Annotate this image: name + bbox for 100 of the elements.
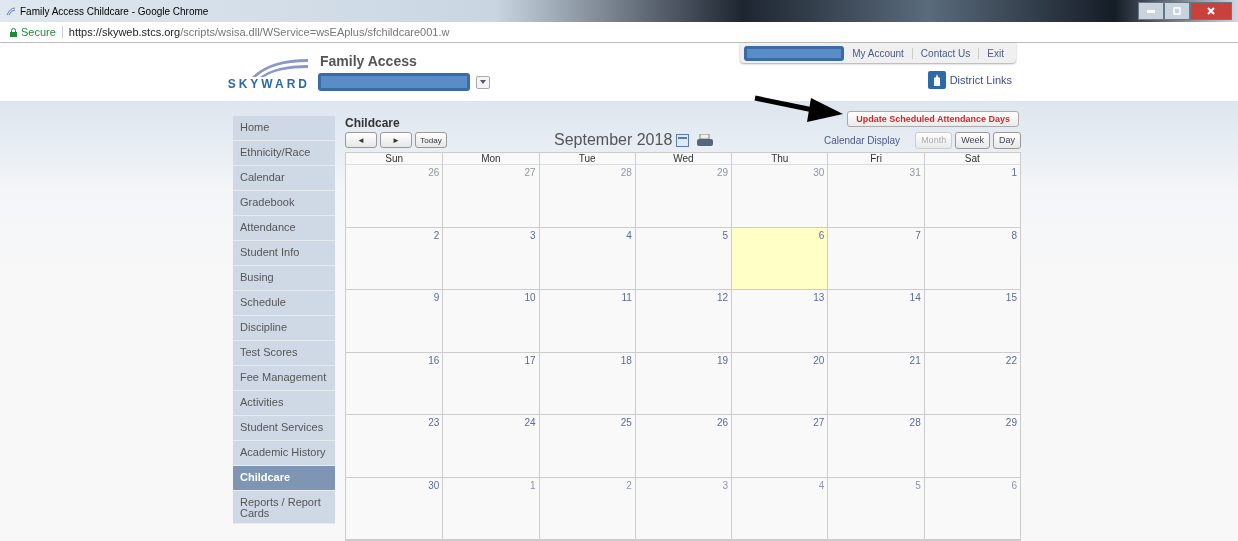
day-cell[interactable]: 2 — [538, 477, 635, 540]
day-cell[interactable]: 6 — [923, 477, 1020, 540]
sidebar-item[interactable]: Fee Management — [233, 366, 335, 391]
day-number: 1 — [530, 479, 536, 491]
view-button[interactable]: Day — [993, 131, 1021, 149]
day-number: 2 — [433, 229, 440, 241]
day-cell[interactable]: 23 — [346, 415, 443, 478]
day-number: 28 — [909, 417, 921, 428]
day-cell[interactable]: 3 — [442, 227, 539, 290]
minimize-button[interactable] — [1138, 2, 1164, 20]
day-number: 3 — [722, 479, 729, 491]
day-cell[interactable]: 6 — [731, 227, 828, 290]
day-cell[interactable]: 14 — [827, 290, 924, 353]
day-cell[interactable]: 11 — [538, 290, 635, 353]
day-number: 18 — [620, 354, 632, 366]
day-cell[interactable]: 30 — [346, 477, 443, 540]
sidebar-item[interactable]: Test Scores — [233, 341, 335, 366]
day-number: 1 — [1011, 167, 1017, 178]
sidebar-item[interactable]: Reports / Report Cards — [233, 491, 335, 524]
day-cell[interactable]: 24 — [442, 415, 539, 478]
day-number: 14 — [909, 292, 921, 303]
day-cell[interactable]: 25 — [538, 415, 635, 478]
day-cell[interactable]: 21 — [827, 352, 924, 415]
day-number: 28 — [620, 167, 632, 178]
day-cell[interactable]: 26 — [346, 165, 443, 228]
day-number: 15 — [1005, 292, 1017, 303]
top-nav-link[interactable]: My Account — [844, 47, 912, 59]
day-number: 29 — [1005, 417, 1017, 428]
day-cell[interactable]: 5 — [827, 477, 924, 540]
day-cell[interactable]: 2 — [346, 227, 443, 290]
next-button[interactable]: ► — [380, 132, 412, 148]
maximize-button[interactable] — [1164, 2, 1190, 20]
day-number: 9 — [433, 292, 440, 303]
day-cell[interactable]: 31 — [827, 165, 924, 228]
day-cell[interactable]: 13 — [731, 290, 828, 353]
weekday-header: Mon — [442, 153, 539, 165]
day-cell[interactable]: 28 — [538, 165, 635, 228]
day-cell[interactable]: 9 — [346, 290, 443, 353]
day-number: 16 — [428, 354, 440, 366]
day-cell[interactable]: 27 — [442, 165, 539, 228]
day-number: 11 — [621, 292, 632, 303]
day-cell[interactable]: 1 — [923, 165, 1020, 228]
previous-button[interactable]: ◄ — [345, 132, 377, 148]
day-cell[interactable]: 4 — [538, 227, 635, 290]
day-number: 26 — [717, 417, 729, 428]
sidebar-item[interactable]: Gradebook — [233, 191, 335, 216]
close-button[interactable] — [1190, 2, 1232, 20]
sidebar-item[interactable]: Attendance — [233, 216, 335, 241]
day-number: 10 — [524, 292, 536, 303]
day-cell[interactable]: 3 — [634, 477, 732, 540]
secure-indicator[interactable]: Secure — [10, 26, 63, 38]
user-name-bar[interactable] — [744, 45, 845, 61]
sidebar-item[interactable]: Academic History — [233, 441, 335, 466]
day-cell[interactable]: 15 — [923, 290, 1020, 353]
sidebar-item[interactable]: Student Services — [233, 416, 335, 441]
view-button[interactable]: Week — [955, 131, 990, 149]
day-cell[interactable]: 22 — [923, 352, 1020, 415]
sidebar-item[interactable]: Calendar — [233, 166, 335, 191]
day-cell[interactable]: 18 — [538, 352, 635, 415]
day-cell[interactable]: 19 — [634, 352, 732, 415]
building-icon — [927, 71, 946, 89]
day-cell[interactable]: 1 — [442, 477, 539, 540]
day-cell[interactable]: 10 — [442, 290, 539, 353]
calendar-picker-icon[interactable] — [676, 133, 690, 147]
day-cell[interactable]: 29 — [923, 415, 1020, 478]
sidebar-item[interactable]: Discipline — [233, 316, 335, 341]
day-cell[interactable]: 8 — [923, 227, 1020, 290]
app-icon — [6, 6, 16, 16]
day-number: 4 — [626, 229, 632, 241]
day-cell[interactable]: 17 — [442, 352, 539, 415]
day-cell[interactable]: 29 — [634, 165, 732, 228]
maximize-icon — [1173, 7, 1181, 15]
sidebar-item[interactable]: Schedule — [233, 291, 335, 316]
sidebar-item[interactable]: Busing — [233, 266, 335, 291]
day-cell[interactable]: 28 — [827, 415, 924, 478]
day-number: 24 — [524, 417, 536, 428]
url-text[interactable]: https://skyweb.stcs.org/scripts/wsisa.dll/WService=wsEAplus/sfchildcare001.w — [68, 26, 450, 38]
top-nav-link[interactable]: Exit — [978, 47, 1012, 59]
day-number: 2 — [626, 479, 632, 491]
sidebar-item[interactable]: Childcare — [233, 466, 335, 491]
district-links[interactable]: District Links — [927, 71, 1012, 89]
update-attendance-button[interactable]: Update Scheduled Attendance Days — [847, 110, 1019, 127]
sidebar-item[interactable]: Activities — [233, 391, 335, 416]
day-cell[interactable]: 30 — [731, 165, 828, 228]
day-cell[interactable]: 26 — [634, 415, 732, 478]
day-cell[interactable]: 7 — [827, 227, 924, 290]
printer-icon[interactable] — [697, 133, 714, 147]
day-number: 12 — [717, 292, 729, 303]
day-cell[interactable]: 4 — [731, 477, 828, 540]
today-button[interactable]: Today — [415, 132, 447, 148]
day-cell[interactable]: 20 — [731, 352, 828, 415]
dropdown-button[interactable] — [476, 75, 490, 89]
day-cell[interactable]: 16 — [346, 352, 443, 415]
sidebar-item[interactable]: Home — [233, 116, 335, 141]
sidebar-item[interactable]: Student Info — [233, 241, 335, 266]
weekday-header: Sun — [346, 153, 443, 165]
top-nav-link[interactable]: Contact Us — [911, 47, 979, 59]
day-cell[interactable]: 27 — [731, 415, 828, 478]
day-cell[interactable]: 12 — [634, 290, 732, 353]
sidebar-item[interactable]: Ethnicity/Race — [233, 141, 335, 166]
